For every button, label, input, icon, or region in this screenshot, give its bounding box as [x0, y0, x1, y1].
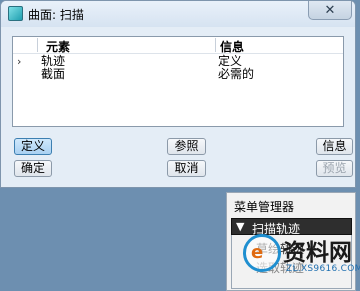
app-icon [8, 6, 23, 21]
reference-button[interactable]: 参照 [167, 138, 206, 155]
row-element: 截面 [41, 67, 66, 81]
menu-manager-title: 菜单管理器 [234, 200, 295, 214]
dialog-titlebar[interactable]: 曲面: 扫描 ✕ [1, 1, 355, 27]
list-row-section[interactable]: 截面 必需的 [13, 68, 343, 81]
close-icon: ✕ [324, 2, 336, 18]
ok-button[interactable]: 确定 [14, 160, 52, 177]
preview-button[interactable]: 预览 [316, 160, 353, 177]
column-header-info[interactable]: 信息 [220, 38, 244, 55]
define-button[interactable]: 定义 [14, 138, 52, 155]
watermark-text: 资料网 [283, 240, 352, 266]
column-header-element[interactable]: 元素 [46, 38, 70, 55]
list-header: 元素 信息 [13, 37, 343, 54]
triangle-down-icon: ▼ [236, 220, 245, 233]
watermark-url: ZL.XS9616.COM [286, 264, 360, 274]
watermark-logo: e [243, 234, 281, 272]
element-list[interactable]: 元素 信息 › 轨迹 定义 截面 必需的 [12, 36, 344, 127]
column-separator [215, 38, 216, 52]
info-button[interactable]: 信息 [316, 138, 353, 155]
row-info: 必需的 [218, 67, 255, 81]
close-button[interactable]: ✕ [308, 1, 352, 20]
watermark-logo-letter: e [251, 242, 264, 263]
sweep-surface-dialog: 曲面: 扫描 ✕ 元素 信息 › 轨迹 定义 截面 必需的 定义 参照 信息 确… [0, 0, 356, 188]
expand-arrow-icon[interactable]: › [17, 55, 21, 68]
dialog-title: 曲面: 扫描 [28, 8, 84, 22]
cancel-button[interactable]: 取消 [167, 160, 206, 177]
column-separator [37, 38, 38, 52]
